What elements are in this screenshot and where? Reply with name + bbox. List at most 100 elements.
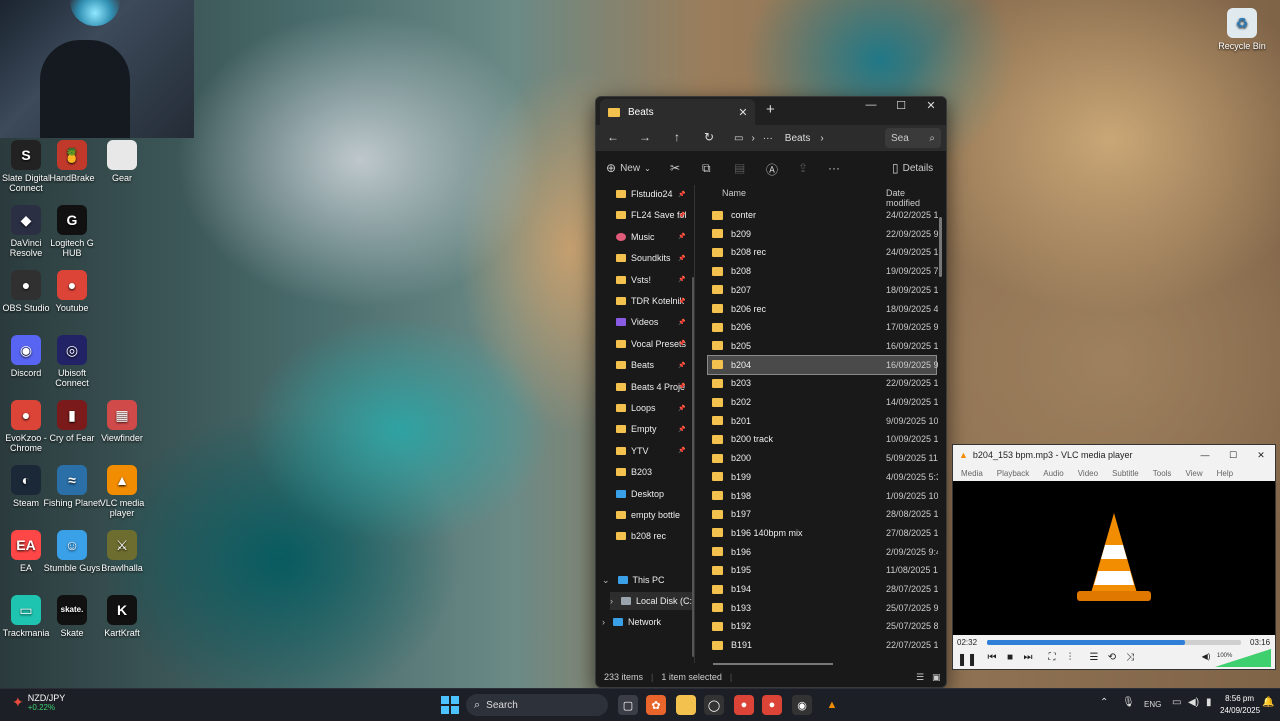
file-row[interactable]: b201 9/09/2025 10:4 [708,412,938,430]
start-button[interactable] [440,695,460,715]
speaker-icon[interactable]: ◀) [1199,652,1213,661]
vlc-menu-item[interactable]: Audio [1043,469,1063,478]
sidebar-item[interactable]: Desktop [616,485,696,503]
horizontal-scrollbar[interactable] [713,663,833,665]
sidebar-item[interactable]: Loops 📌 [616,399,696,417]
desktop-icon[interactable]: ● Youtube [42,270,102,313]
pane-divider[interactable] [694,185,695,663]
fullscreen-icon[interactable]: ⛶ [1045,652,1059,663]
battery-icon[interactable]: ▮ [1206,697,1212,708]
vlc-taskbar-icon[interactable]: ▲ [822,695,842,715]
vlc-menu-item[interactable]: Media [961,469,983,478]
sidebar-network[interactable]: › Network [602,613,682,631]
vlc-window[interactable]: ▲ b204_153 bpm.mp3 - VLC media player — … [952,444,1276,670]
sidebar-item[interactable]: FL24 Save fol 📌 [616,206,696,224]
vlc-menu-item[interactable]: Video [1078,469,1098,478]
share-icon[interactable]: ⇪ [798,161,808,175]
cut-icon[interactable]: ✂ [670,161,680,175]
sidebar-item[interactable]: Flstudio24 📌 [616,185,696,203]
vlc-menu-item[interactable]: Tools [1153,469,1172,478]
desktop-icon[interactable]: ◎ Ubisoft Connect [42,335,102,388]
file-row[interactable]: b205 16/09/2025 11 [708,337,938,355]
extended-settings-icon[interactable]: ⫶ [1063,652,1077,663]
address-bar[interactable]: ▭ › ··· Beats › [734,128,880,148]
sidebar-item[interactable]: b208 rec [616,527,696,545]
file-row[interactable]: b193 25/07/2025 9:2 [708,599,938,617]
file-row[interactable]: b202 14/09/2025 10 [708,393,938,411]
vlc-video-area[interactable] [953,481,1275,635]
details-button[interactable]: ▯ Details [892,161,933,175]
rename-icon[interactable]: Ⓐ [766,161,778,178]
desktop-icon[interactable]: G Logitech G HUB [42,205,102,258]
file-row[interactable]: b209 22/09/2025 9:4 [708,225,938,243]
cortana-icon[interactable]: ◯ [704,695,724,715]
desktop-icon[interactable]: ▦ Viewfinder [92,400,152,443]
vlc-menu-item[interactable]: Subtitle [1112,469,1139,478]
up-button[interactable]: ↑ [668,130,686,144]
sidebar-item[interactable]: Music 📌 [616,228,696,246]
refresh-button[interactable]: ↻ [700,130,718,144]
chevron-right-icon[interactable]: › [602,617,605,627]
file-row[interactable]: conter 24/02/2025 1:0 [708,206,938,224]
file-row[interactable]: b195 11/08/2025 11 [708,561,938,579]
close-window-button[interactable]: ✕ [1247,450,1275,461]
column-header-name[interactable]: Name [722,188,746,198]
search-input[interactable]: Sea ⌕ [885,128,941,148]
breadcrumb-beats[interactable]: Beats [785,133,811,144]
vlc-menu-item[interactable]: View [1185,469,1202,478]
sidebar-item[interactable]: Beats 4 Proje 📌 [616,378,696,396]
sidebar-item[interactable]: B203 [616,463,696,481]
file-list-scrollbar[interactable] [939,217,942,277]
desktop-icon[interactable]: K KartKraft [92,595,152,638]
maximize-button[interactable]: ☐ [886,99,916,112]
chrome-taskbar-icon[interactable]: ● [734,695,754,715]
chevron-up-icon[interactable]: ⌃ [1100,697,1108,708]
seek-bar[interactable] [987,640,1241,645]
close-window-button[interactable]: ✕ [916,99,946,112]
file-row[interactable]: b206 17/09/2025 9:3 [708,318,938,336]
desktop-icon[interactable]: ⚔ Brawlhalla [92,530,152,573]
sidebar-item[interactable]: TDR Kotelnik 📌 [616,292,696,310]
minimize-button[interactable]: — [1191,450,1219,460]
notification-icon[interactable]: 🔔 [1262,697,1274,708]
sidebar-item[interactable]: Vsts! 📌 [616,271,696,289]
sidebar-item[interactable]: Videos 📌 [616,313,696,331]
paste-icon[interactable]: ▤ [734,161,745,175]
sidebar-local-disk[interactable]: › Local Disk (C:) [610,592,695,610]
chevron-right-icon[interactable]: › [610,596,613,606]
playlist-icon[interactable]: ☰ [1087,652,1101,663]
more-crumbs-icon[interactable]: ··· [763,133,773,144]
file-row[interactable]: b197 28/08/2025 10 [708,505,938,523]
vlc-menu-item[interactable]: Help [1217,469,1233,478]
copy-icon[interactable]: ⧉ [702,161,711,176]
close-tab-icon[interactable]: ✕ [735,106,751,119]
forward-button[interactable]: → [636,130,654,144]
sidebar-item[interactable]: Vocal Presets 📌 [616,335,696,353]
file-row[interactable]: b192 25/07/2025 8:3 [708,617,938,635]
file-row[interactable]: b196 140bpm mix 27/08/2025 10 [708,524,938,542]
vlc-menu-item[interactable]: Playback [997,469,1029,478]
file-row[interactable]: b200 5/09/2025 11:4 [708,449,938,467]
next-icon[interactable]: ⏭ [1021,652,1035,663]
maximize-button[interactable]: ☐ [1219,450,1247,461]
file-row[interactable]: b208 rec 24/09/2025 12 [708,243,938,261]
back-button[interactable]: ← [604,130,622,144]
task-view-icon[interactable]: ▢ [618,695,638,715]
file-explorer-window[interactable]: Beats ✕ + — ☐ ✕ ← → ↑ ↻ ▭ › ··· Beats › … [595,96,947,688]
language-indicator[interactable]: ENG [1144,700,1161,709]
stop-icon[interactable]: ■ [1003,652,1017,663]
file-row[interactable]: b196 2/09/2025 9:43 [708,543,938,561]
more-options-icon[interactable]: ··· [828,161,840,175]
file-explorer-taskbar-icon[interactable] [676,695,696,715]
file-row[interactable]: B191 22/07/2025 11 [708,636,938,654]
stock-widget[interactable]: ✦ NZD/JPY +0.22% [12,693,65,712]
recycle-bin[interactable]: ♻ Recycle Bin [1212,8,1272,51]
column-header-date[interactable]: Date modified [886,188,940,208]
sidebar-item[interactable]: Empty 📌 [616,420,696,438]
loop-icon[interactable]: ⟲ [1105,652,1119,663]
sidebar-item[interactable]: Beats 📌 [616,356,696,374]
sidebar-item[interactable]: YTV 📌 [616,442,696,460]
minimize-button[interactable]: — [856,99,886,111]
explorer-tab[interactable]: Beats ✕ [600,99,755,125]
file-row[interactable]: b208 19/09/2025 7:4 [708,262,938,280]
